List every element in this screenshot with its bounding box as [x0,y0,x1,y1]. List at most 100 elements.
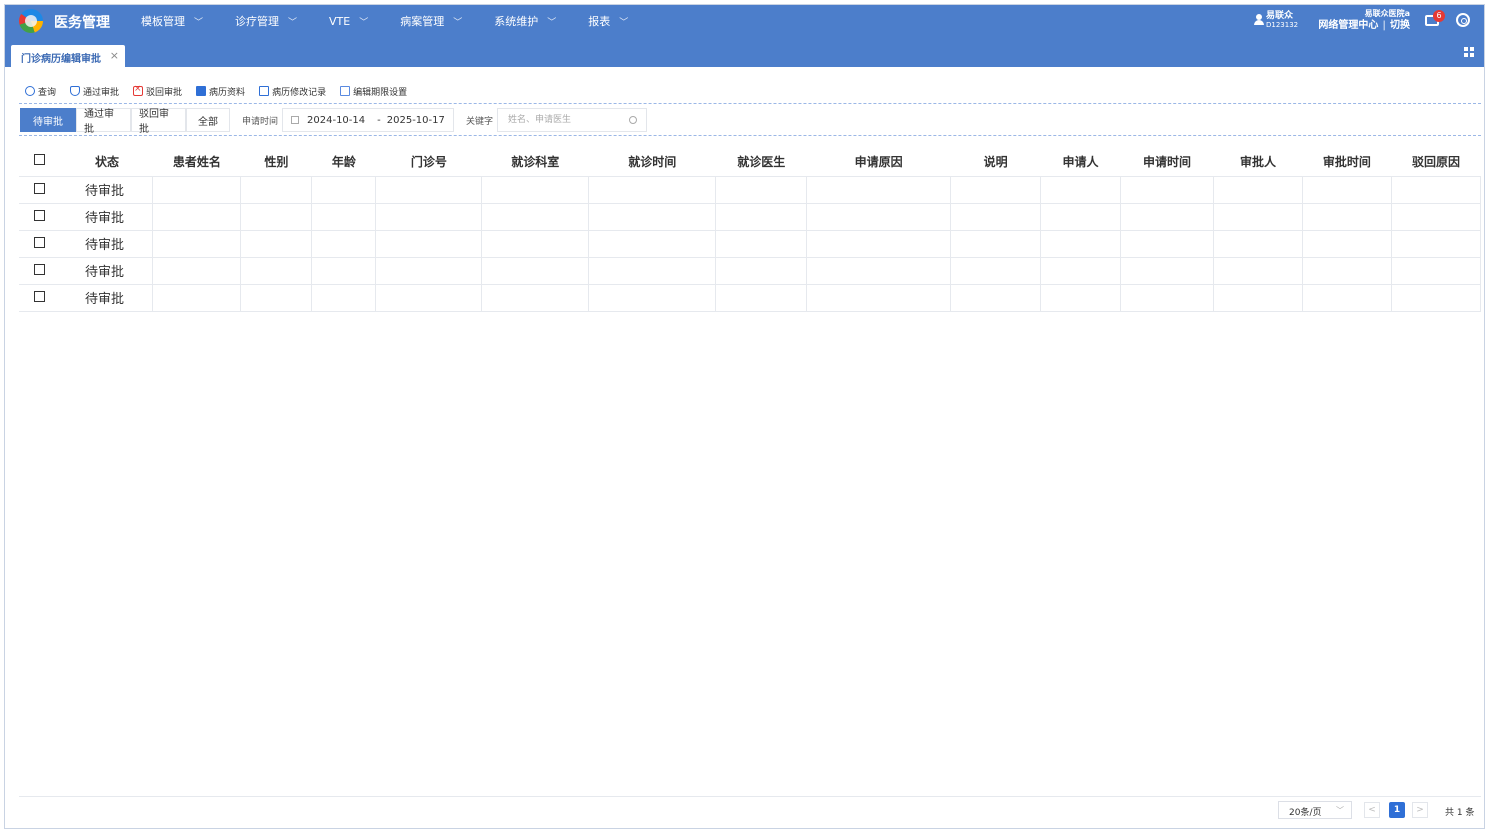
column-header[interactable]: 申请人 [1040,147,1121,177]
column-header[interactable]: 就诊医生 [715,147,807,177]
chevron-down-icon: ﹀ [194,17,204,28]
table-cell [1040,175,1122,204]
row-checkbox[interactable] [34,182,46,194]
table-cell [1120,256,1214,285]
table-cell [152,175,242,204]
column-header[interactable]: 状态 [60,147,153,177]
table-cell [1120,283,1214,312]
reject-button[interactable]: 驳回审批 [133,84,182,98]
column-header[interactable]: 门诊号 [375,147,482,177]
table-cell [375,175,483,204]
column-header[interactable]: 驳回原因 [1391,147,1481,177]
nav-item-medical-records[interactable]: 病案管理 ﹀ [384,5,478,37]
nav-item-vte[interactable]: VTE ﹀ [313,5,384,37]
nav-item-label: 报表 [588,15,611,28]
nav-item-system-maintenance[interactable]: 系统维护 ﹀ [478,5,572,37]
document-list-icon [259,86,270,96]
hospital-name: 易联众医院a [1364,9,1410,18]
table-cell [806,283,952,312]
keyword-input[interactable] [497,108,648,132]
date-end[interactable]: 2025-10-17 [387,115,445,126]
segment-pending[interactable]: 待审批 [20,108,76,132]
user-info[interactable]: 易联众 D123132 [1254,11,1298,29]
next-page-button[interactable]: > [1412,802,1428,818]
status-cell: 待审批 [60,202,154,231]
search-icon [629,116,638,124]
table-header-row: 状态 患者姓名 性别 年龄 门诊号 就诊科室 就诊时间 就诊医生 申请原因 说明… [19,147,1481,177]
nav-item-treatment[interactable]: 诊疗管理 ﹀ [219,5,313,37]
row-select-cell [19,202,61,231]
top-nav-bar: 医务管理 模板管理 ﹀ 诊疗管理 ﹀ VTE ﹀ 病案管理 ﹀ 系统维护 ﹀ 报表 ﹀ [5,5,1484,37]
table-cell [1040,202,1122,231]
table-cell [311,175,377,204]
row-checkbox[interactable] [34,290,46,302]
table-cell [375,256,483,285]
table-cell [375,283,483,312]
table-cell [240,175,313,204]
nav-item-template[interactable]: 模板管理 ﹀ [125,5,219,37]
table-cell [1390,202,1482,231]
select-all-checkbox[interactable] [34,154,46,166]
chevron-down-icon: ﹀ [453,17,463,28]
user-id: D123132 [1266,21,1299,29]
tab-bar: 门诊病历编辑审批 × [5,37,1484,67]
total-count: 共 1 条 [1445,808,1475,818]
column-header[interactable]: 性别 [240,147,312,177]
table-row[interactable]: 待审批 [19,283,1482,312]
table-cell [1120,202,1214,231]
column-header[interactable]: 审批时间 [1302,147,1392,177]
table-cell [1120,229,1214,258]
table-row[interactable]: 待审批 [19,256,1482,285]
switch-org-link[interactable]: 切换 [1390,20,1410,31]
gear-icon[interactable] [1456,13,1470,27]
action-toolbar: 查询 通过审批 驳回审批 病历资料 病历修改记录 编辑期限设置 [5,81,1484,101]
table-cell [1301,175,1392,204]
column-header[interactable]: 就诊时间 [588,147,716,177]
column-header[interactable]: 申请时间 [1120,147,1214,177]
close-icon[interactable]: × [110,49,119,62]
table-row[interactable]: 待审批 [19,175,1482,204]
approve-button[interactable]: 通过审批 [70,85,119,98]
table-cell [588,256,717,285]
column-header[interactable]: 申请原因 [806,147,951,177]
column-header[interactable]: 审批人 [1213,147,1303,177]
record-info-button[interactable]: 病历资料 [196,85,245,98]
table-row[interactable]: 待审批 [19,229,1482,258]
user-name: 易联众 [1266,11,1294,21]
column-header[interactable]: 就诊科室 [481,147,589,177]
approve-label: 通过审批 [83,87,120,98]
query-button[interactable]: 查询 [25,85,56,98]
page-size-select[interactable]: 20条/页 ﹀ [1278,801,1352,819]
current-page-button[interactable]: 1 [1389,802,1405,818]
table-cell [806,202,952,231]
tab-outpatient-record-edit-approval[interactable]: 门诊病历编辑审批 × [11,45,125,67]
row-checkbox[interactable] [34,209,46,221]
segment-all[interactable]: 全部 [186,108,230,132]
row-checkbox[interactable] [34,263,46,275]
filter-bar: 待审批 通过审批 驳回审批 全部 申请时间 2024-10-14 - 2025-… [20,108,648,135]
table-cell [311,283,377,312]
segment-approved[interactable]: 通过审批 [76,108,131,135]
nav-item-label: 诊疗管理 [235,15,280,28]
date-separator: - [377,114,381,126]
edit-deadline-button[interactable]: 编辑期限设置 [340,85,407,98]
prev-page-button[interactable]: < [1364,802,1380,818]
edit-log-button[interactable]: 病历修改记录 [259,85,326,98]
date-start[interactable]: 2024-10-14 [307,115,365,126]
nav-item-reports[interactable]: 报表 ﹀ [572,5,644,37]
table-cell [1212,202,1303,231]
table-body: 待审批 待审批 待审批 待审批 待审批 [19,175,1482,312]
column-header[interactable]: 患者姓名 [152,147,241,177]
grid-menu-icon[interactable] [1464,47,1474,57]
table-cell [152,256,242,285]
row-checkbox[interactable] [34,236,46,248]
segment-rejected[interactable]: 驳回审批 [131,108,186,135]
chevron-down-icon: ﹀ [288,17,298,28]
table-cell [950,256,1042,285]
table-cell [806,175,952,204]
column-header[interactable]: 说明 [950,147,1041,177]
date-range-picker[interactable]: 2024-10-14 - 2025-10-17 [282,108,455,132]
table-row[interactable]: 待审批 [19,202,1482,231]
table-cell [715,202,808,231]
column-header[interactable]: 年龄 [311,147,376,177]
